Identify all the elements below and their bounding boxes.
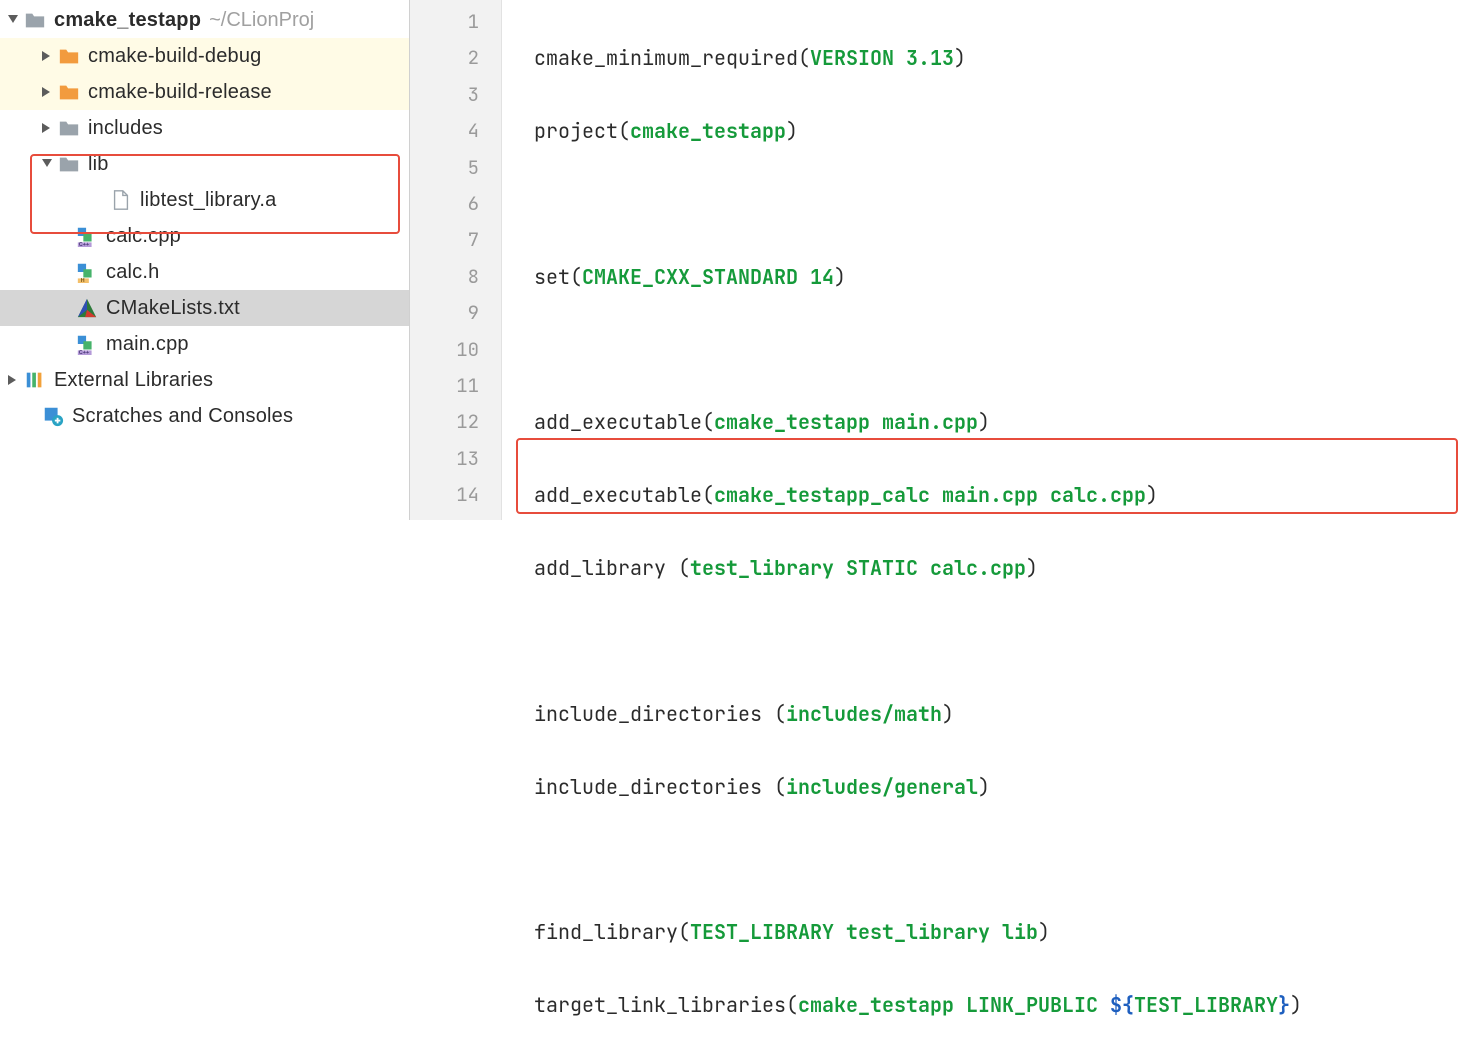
tree-item-cmake-build-debug[interactable]: cmake-build-debug xyxy=(0,38,409,74)
tree-item-libtest-library[interactable]: libtest_library.a xyxy=(0,182,409,218)
folder-icon xyxy=(24,9,46,31)
line-number: 2 xyxy=(410,40,479,76)
file-icon xyxy=(110,189,132,211)
code-line[interactable]: add_executable(cmake_testapp main.cpp) xyxy=(534,404,1482,440)
tree-item-external-libraries[interactable]: External Libraries xyxy=(0,362,409,398)
tree-label: calc.cpp xyxy=(106,225,181,248)
tree-item-scratches[interactable]: Scratches and Consoles xyxy=(0,398,409,434)
line-number: 7 xyxy=(410,222,479,258)
code-area[interactable]: cmake_minimum_required(VERSION 3.13) pro… xyxy=(502,0,1482,520)
code-line[interactable]: target_link_libraries(cmake_testapp LINK… xyxy=(534,987,1482,1023)
line-number: 1 xyxy=(410,4,479,40)
line-number: 5 xyxy=(410,150,479,186)
header-file-icon: H xyxy=(76,261,98,283)
chevron-right-icon[interactable] xyxy=(6,373,20,387)
code-line[interactable]: add_library (test_library STATIC calc.cp… xyxy=(534,550,1482,586)
line-number: 13 xyxy=(410,441,479,477)
tree-label: main.cpp xyxy=(106,333,189,356)
code-line[interactable]: set(CMAKE_CXX_STANDARD 14) xyxy=(534,259,1482,295)
tree-label: cmake-build-debug xyxy=(88,45,262,68)
tree-path: ~/CLionProj xyxy=(209,9,314,32)
arrow-placeholder xyxy=(58,265,72,279)
scratches-icon xyxy=(42,405,64,427)
code-line[interactable]: include_directories (includes/general) xyxy=(534,769,1482,805)
arrow-placeholder xyxy=(58,229,72,243)
code-line[interactable] xyxy=(534,623,1482,659)
cmake-file-icon xyxy=(76,297,98,319)
code-line[interactable]: include_directories (includes/math) xyxy=(534,696,1482,732)
tree-label: Scratches and Consoles xyxy=(72,405,293,428)
code-line[interactable] xyxy=(534,186,1482,222)
svg-text:H: H xyxy=(81,278,85,283)
line-number: 3 xyxy=(410,77,479,113)
tree-item-includes[interactable]: includes xyxy=(0,110,409,146)
svg-text:C++: C++ xyxy=(79,242,89,247)
line-number: 9 xyxy=(410,295,479,331)
line-number: 11 xyxy=(410,368,479,404)
tree-label: lib xyxy=(88,153,109,176)
line-number: 14 xyxy=(410,477,479,513)
chevron-right-icon[interactable] xyxy=(40,85,54,99)
tree-item-root[interactable]: cmake_testapp ~/CLionProj xyxy=(0,2,409,38)
arrow-placeholder xyxy=(24,409,38,423)
cpp-file-icon: C++ xyxy=(76,333,98,355)
project-tree[interactable]: cmake_testapp ~/CLionProj cmake-build-de… xyxy=(0,0,410,520)
tree-label: cmake_testapp xyxy=(54,9,201,32)
line-number: 8 xyxy=(410,259,479,295)
code-editor[interactable]: 1 2 3 4 5 6 7 8 9 10 11 12 13 14 cmake_m… xyxy=(410,0,1482,520)
chevron-right-icon[interactable] xyxy=(40,49,54,63)
tree-label: libtest_library.a xyxy=(140,189,276,212)
code-line[interactable]: cmake_minimum_required(VERSION 3.13) xyxy=(534,40,1482,76)
cpp-file-icon: C++ xyxy=(76,225,98,247)
arrow-placeholder xyxy=(92,193,106,207)
code-line[interactable]: add_executable(cmake_testapp_calc main.c… xyxy=(534,477,1482,513)
code-line[interactable] xyxy=(534,841,1482,877)
tree-item-cmake-build-release[interactable]: cmake-build-release xyxy=(0,74,409,110)
folder-icon xyxy=(58,45,80,67)
svg-text:C++: C++ xyxy=(79,350,89,355)
chevron-right-icon[interactable] xyxy=(40,121,54,135)
line-number: 12 xyxy=(410,404,479,440)
tree-label: includes xyxy=(88,117,163,140)
tree-item-lib[interactable]: lib xyxy=(0,146,409,182)
code-line[interactable]: project(cmake_testapp) xyxy=(534,113,1482,149)
line-number: 10 xyxy=(410,332,479,368)
arrow-placeholder xyxy=(58,301,72,315)
code-line[interactable] xyxy=(534,332,1482,368)
chevron-down-icon[interactable] xyxy=(6,13,20,27)
folder-icon xyxy=(58,117,80,139)
libraries-icon xyxy=(24,369,46,391)
folder-icon xyxy=(58,81,80,103)
code-line[interactable]: find_library(TEST_LIBRARY test_library l… xyxy=(534,914,1482,950)
arrow-placeholder xyxy=(58,337,72,351)
tree-item-main-cpp[interactable]: C++ main.cpp xyxy=(0,326,409,362)
line-number: 6 xyxy=(410,186,479,222)
tree-label: calc.h xyxy=(106,261,159,284)
chevron-down-icon[interactable] xyxy=(40,157,54,171)
tree-label: External Libraries xyxy=(54,369,213,392)
folder-icon xyxy=(58,153,80,175)
tree-item-calc-h[interactable]: H calc.h xyxy=(0,254,409,290)
line-gutter: 1 2 3 4 5 6 7 8 9 10 11 12 13 14 xyxy=(410,0,502,520)
line-number: 4 xyxy=(410,113,479,149)
tree-item-calc-cpp[interactable]: C++ calc.cpp xyxy=(0,218,409,254)
tree-label: CMakeLists.txt xyxy=(106,297,240,320)
tree-item-cmakelists[interactable]: CMakeLists.txt xyxy=(0,290,409,326)
tree-label: cmake-build-release xyxy=(88,81,272,104)
